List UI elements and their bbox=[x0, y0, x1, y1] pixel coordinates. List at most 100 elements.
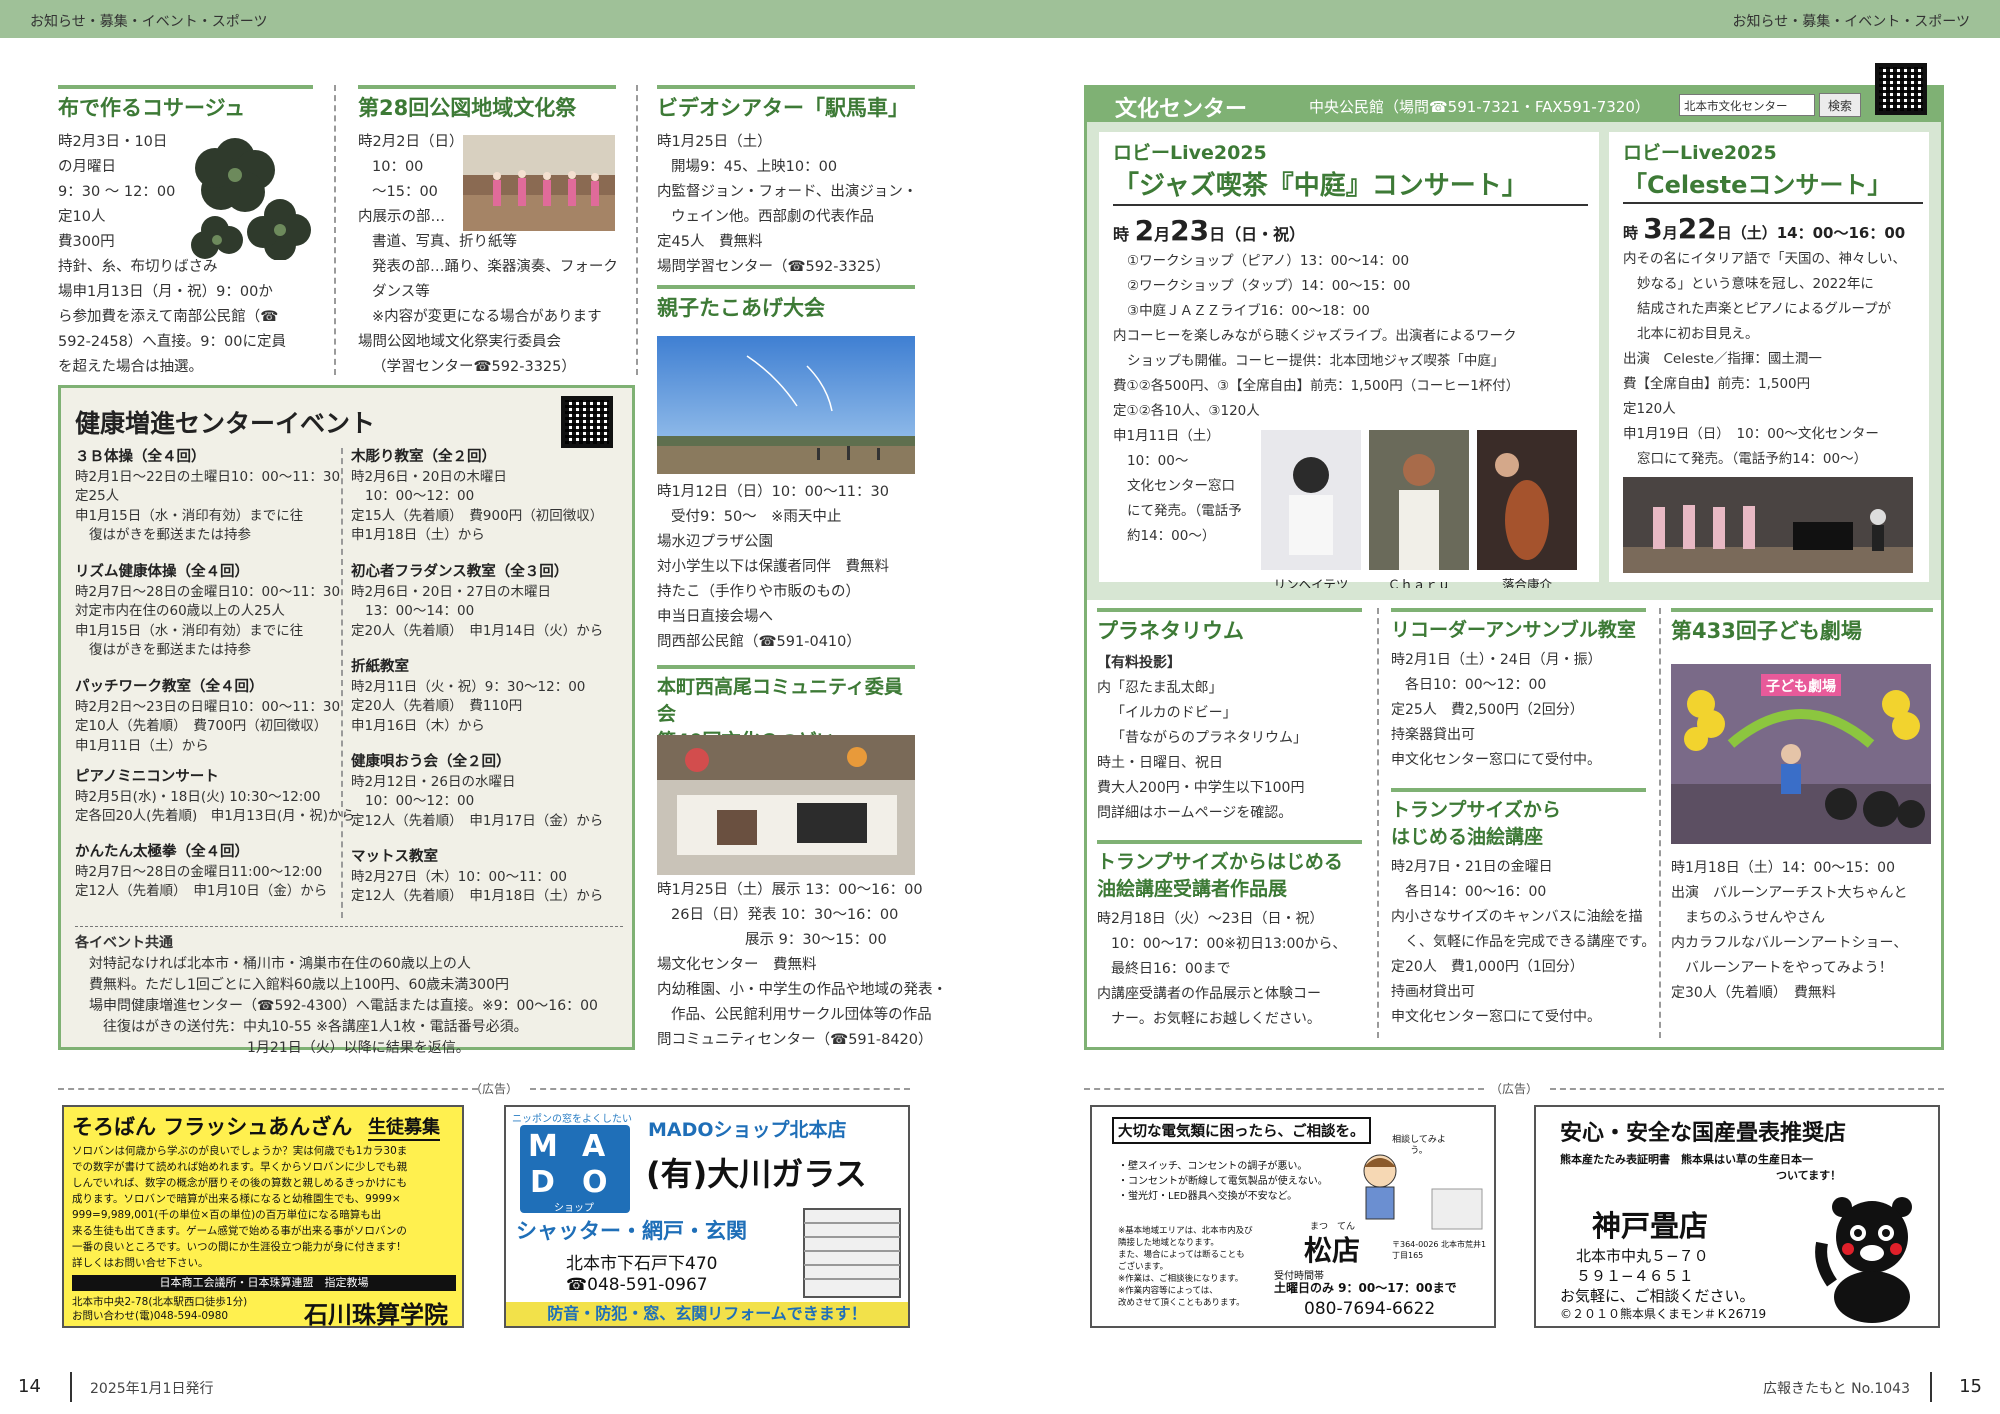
health-event-origami: 折紙教室 時2月11日（火・祝）9：30〜12：00 定20人（先着順） 費11… bbox=[351, 658, 585, 736]
footer-divider bbox=[70, 1372, 72, 1402]
kite-title: 親子たこあげ大会 bbox=[657, 285, 915, 322]
event-line: 定20人（先着順） 申1月14日（火）から bbox=[351, 622, 604, 639]
health-event-taichi: かんたん太極拳（全４回） 時2月7日〜28日の金曜日11:00〜12:00 定1… bbox=[75, 843, 327, 902]
festival-line: 発表の部…踊り、楽器演奏、フォーク bbox=[372, 259, 618, 275]
matsu-note: 改めさせて頂くこともあります。 bbox=[1118, 1298, 1245, 1308]
event-line: 時2月5日(水)・18日(火) 10:30〜12:00 bbox=[75, 788, 321, 805]
health-event-mat: マットス教室 時2月27日（木）10：00〜11：00 定12人（先着順） 申1… bbox=[351, 848, 603, 907]
health-event-3b: ３Ｂ体操（全４回） 時2月1日〜22日の土曜日10：00〜11：30 定25人 … bbox=[75, 448, 340, 546]
ad-label: （広告） bbox=[470, 1082, 519, 1096]
planetarium-line: 「昔ながらのプラネタリウム」 bbox=[1111, 730, 1307, 746]
trump-course-section: トランプサイズから はじめる油絵講座 時2月7日・21日の金曜日 各日14：00… bbox=[1391, 788, 1655, 1030]
honmachi-line: 内幼稚園、小・中学生の作品や地域の発表・ bbox=[657, 982, 947, 998]
mado-logo: M A D O ショップ bbox=[520, 1125, 630, 1214]
event-title: 健康唄おう会（全２回） bbox=[351, 754, 511, 770]
honmachi-line: 場文化センター 費無料 bbox=[657, 957, 817, 973]
celeste-line: 申1月19日（日） 10：00〜文化センター bbox=[1623, 426, 1879, 442]
qr-code-icon[interactable] bbox=[561, 396, 613, 448]
trump-course-line: 申文化センター窓口にて受付中。 bbox=[1391, 1009, 1601, 1025]
matsu-bullet: ・コンセントが断線して電気製品が使えない。 bbox=[1118, 1176, 1328, 1187]
planetarium-line: 問詳細はホームページを確認。 bbox=[1097, 805, 1293, 821]
kobe-subtitle2: ついてます！ bbox=[1776, 1169, 1842, 1182]
kite-line: 問西部公民館（☎591-0410） bbox=[657, 634, 861, 650]
culture-center-header: 文化センター 中央公民館（場問☎591-7321・FAX591-7320） 北本… bbox=[1087, 88, 1941, 122]
matsu-notes: ※基本地域エリアは、北本市内及び 隣接した地域となります。 また、場合によっては… bbox=[1118, 1225, 1253, 1309]
corsage-title: 布で作るコサージュ bbox=[58, 85, 313, 122]
culture-center-panel: 文化センター 中央公民館（場問☎591-7321・FAX591-7320） 北本… bbox=[1084, 63, 1944, 1050]
planetarium-line: 【有料投影】 bbox=[1097, 655, 1181, 671]
honmachi-line: 問コミュニティセンター（☎591-8420） bbox=[657, 1032, 933, 1048]
health-event-patchwork: パッチワーク教室（全４回） 時2月2日〜23日の日曜日10：00〜11：30 定… bbox=[75, 678, 340, 756]
kobe-ad[interactable]: 安心・安全な国産畳表推奨店 熊本産たたみ表証明書 熊本県はい草の生産日本一 つい… bbox=[1534, 1105, 1940, 1328]
festival-line: 書道、写真、折り紙等 bbox=[372, 234, 517, 250]
date-day-unit: 日（日・祝） bbox=[1209, 225, 1306, 244]
event-line: 13：00〜14：00 bbox=[365, 603, 475, 619]
kite-line: 時1月12日（日）10：00〜11：30 bbox=[657, 484, 889, 500]
qr-code-icon[interactable] bbox=[1875, 63, 1927, 115]
video-line: 内監督ジョン・フォード、出演ジョン・ bbox=[657, 184, 918, 200]
event-line: 申1月16日（木）から bbox=[351, 717, 485, 734]
matsu-bullets: ・壁スイッチ、コンセントの調子が悪い。 ・コンセントが断線して電気製品が使えない… bbox=[1118, 1159, 1328, 1204]
health-title: 健康増進センターイベント bbox=[75, 409, 376, 438]
jazz-line: 費①②各500円、③【全席自由】前売：1,500円（コーヒー1杯付） bbox=[1113, 378, 1520, 394]
kite-section: 親子たこあげ大会 bbox=[657, 285, 915, 322]
health-event-rhythm: リズム健康体操（全４回） 時2月7日〜28日の金曜日10：00〜11：30 対定… bbox=[75, 563, 340, 661]
jazz-concert-card: ロビーLive2025 「ジャズ喫茶『中庭』コンサート」 時 2月23日（日・祝… bbox=[1099, 132, 1599, 592]
matsu-note: ございます。 bbox=[1118, 1262, 1169, 1272]
date-day-unit: 日（土）14：00〜16：00 bbox=[1716, 224, 1906, 242]
event-line: 復はがきを郵送または持参 bbox=[89, 642, 251, 658]
theater-line: 出演 バルーンアーチスト大ちゃんと bbox=[1671, 885, 1908, 901]
health-event-hula: 初心者フラダンス教室（全３回） 時2月6日・20日・27日の木曜日 13：00〜… bbox=[351, 563, 603, 641]
top-header-bar: お知らせ・募集・イベント・スポーツ お知らせ・募集・イベント・スポーツ bbox=[0, 0, 2000, 38]
search-button[interactable]: 検索 bbox=[1819, 93, 1861, 117]
planetarium-line: 「イルカのドビー」 bbox=[1111, 705, 1237, 721]
celeste-line: 北本に初お目見え。 bbox=[1637, 326, 1759, 342]
soroban-address: 北本市中央2-78(北本駅西口徒歩1分) お問い合わせ(電)048-594-09… bbox=[72, 1295, 247, 1323]
footer-divider bbox=[1930, 1372, 1932, 1402]
mado-logo-letter: M bbox=[528, 1129, 558, 1164]
mado-ad[interactable]: ニッポンの窓をよくしたい M A D O ショップ MADOショップ北本店 (有… bbox=[504, 1105, 910, 1328]
jazz-series-label: ロビーLive2025 bbox=[1113, 142, 1267, 164]
search-input[interactable]: 北本市文化センター bbox=[1679, 94, 1815, 116]
soroban-ad[interactable]: そろばん フラッシュあんざん 生徒募集 ソロバンは何歳から学ぶのが良いでしょうか… bbox=[62, 1105, 464, 1329]
event-title: リズム健康体操（全４回） bbox=[75, 564, 249, 580]
trump-exhibit-line: 10：00〜17：00※初日13:00から、 bbox=[1111, 936, 1347, 952]
kobe-copyright: ©２０１０熊本県くまモン＃Ｋ26719 bbox=[1560, 1307, 1767, 1321]
honmachi-line: 展示 9：30〜15：00 bbox=[745, 932, 887, 948]
date-month-unit: 月 bbox=[1662, 224, 1678, 242]
common-line: 場申問健康増進センター（☎592-4300）へ電話または直接。※9：00〜16：… bbox=[89, 998, 598, 1014]
matsu-phone: 080-7694-6622 bbox=[1304, 1299, 1436, 1319]
event-line: 時2月6日・20日の木曜日 bbox=[351, 468, 507, 485]
festival-line: ※内容が変更になる場合があります bbox=[372, 309, 602, 325]
event-line: 10：00〜12：00 bbox=[365, 488, 475, 504]
matsu-note: ※作業内容等によっては、 bbox=[1118, 1286, 1218, 1296]
health-event-singing: 健康唄おう会（全２回） 時2月12日・26日の水曜日 10：00〜12：00 定… bbox=[351, 753, 603, 831]
soroban-line: 999=9,989,001(千の単位×百の単位)の百万単位になる暗算も出 bbox=[72, 1209, 382, 1221]
balloon-show-photo: 子ども劇場 bbox=[1671, 664, 1931, 844]
soroban-association: 日本商工会議所・日本珠算連盟 指定教場 bbox=[72, 1275, 456, 1291]
culture-center-contact: 中央公民館（場問☎591-7321・FAX591-7320） bbox=[1309, 98, 1650, 116]
event-line: 定12人（先着順） 申1月18日（土）から bbox=[351, 888, 604, 904]
event-line: 定12人（先着順） 申1月10日（金）から bbox=[75, 883, 328, 899]
festival-line: ダンス等 bbox=[372, 284, 430, 300]
event-title: パッチワーク教室（全４回） bbox=[75, 679, 264, 695]
theater-body: 時1月18日（土）14：00〜15：00 出演 バルーンアーチスト大ちゃんと ま… bbox=[1671, 856, 1933, 1006]
ad-divider bbox=[58, 1088, 478, 1090]
video-line: 定45人 費無料 bbox=[657, 234, 763, 250]
health-center-box: 健康増進センターイベント ３Ｂ体操（全４回） 時2月1日〜22日の土曜日10：0… bbox=[58, 385, 635, 1056]
mado-phone: ☎048-591-0967 bbox=[566, 1275, 708, 1295]
event-line: 申1月18日（土）から bbox=[351, 527, 485, 543]
trump-exhibit-line: 最終日16：00まで bbox=[1111, 961, 1231, 977]
kite-line: 場水辺プラザ公園 bbox=[657, 534, 773, 550]
festival-line: （学習センター☎592-3325） bbox=[372, 359, 576, 375]
recorder-body: 時2月1日（土）・24日（月・振） 各日10：00〜12：00 定25人 費2,… bbox=[1391, 648, 1646, 773]
honmachi-title-line1: 本町西高尾コミュニティ委員会 bbox=[657, 676, 903, 725]
soroban-title: そろばん フラッシュあんざん bbox=[72, 1115, 353, 1139]
celeste-line: 結成された声楽とピアノによるグループが bbox=[1637, 301, 1892, 317]
corsage-line: ら参加費を添えて南部公民館（☎ bbox=[58, 309, 279, 325]
event-line: 時2月11日（火・祝）9：30〜12：00 bbox=[351, 678, 586, 695]
soroban-line: 一番の良いところです。いつの間にか生涯役立つ能力が身に付きます! bbox=[72, 1241, 401, 1253]
ad-divider bbox=[1550, 1088, 1944, 1090]
matsu-ad[interactable]: 大切な電気類に困ったら、ご相談を。 ・壁スイッチ、コンセントの調子が悪い。 ・コ… bbox=[1090, 1105, 1496, 1328]
recorder-title: リコーダーアンサンブル教室 bbox=[1391, 608, 1646, 642]
